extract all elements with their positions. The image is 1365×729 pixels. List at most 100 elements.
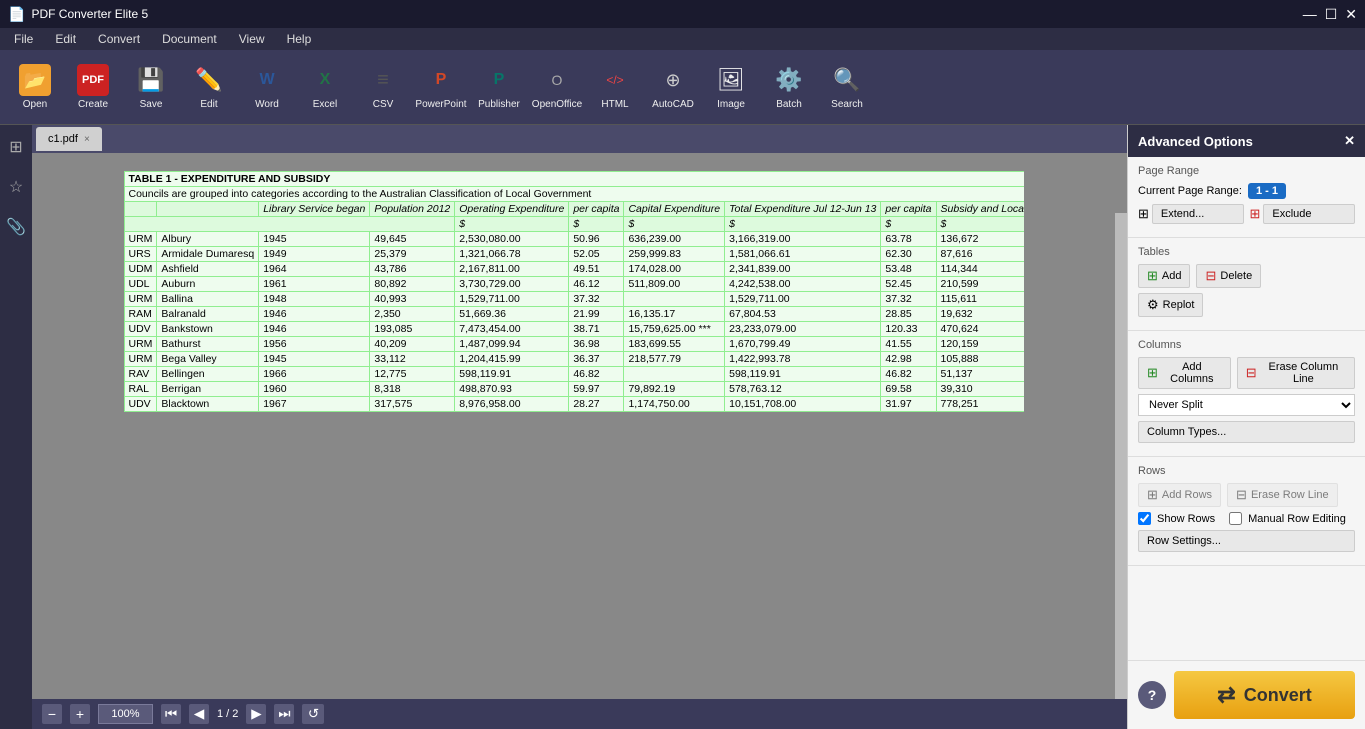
zoom-minus-button[interactable]: − bbox=[42, 704, 62, 724]
zoom-input[interactable] bbox=[98, 704, 153, 724]
pdf-col-header: Subsidy and Local Priority Grant 2012/20… bbox=[936, 202, 1023, 217]
erase-row-line-button[interactable]: ⊟ Erase Row Line bbox=[1227, 483, 1338, 507]
menu-view[interactable]: View bbox=[229, 30, 275, 48]
toolbar-html-button[interactable]: </> HTML bbox=[588, 55, 642, 120]
menu-file[interactable]: File bbox=[4, 30, 43, 48]
nav-clip-icon[interactable]: 📎 bbox=[2, 213, 30, 241]
toolbar-publisher-button[interactable]: P Publisher bbox=[472, 55, 526, 120]
toolbar-excel-button[interactable]: X Excel bbox=[298, 55, 352, 120]
delete-table-button[interactable]: ⊟ Delete bbox=[1196, 264, 1261, 288]
show-rows-checkbox[interactable] bbox=[1138, 512, 1151, 525]
zoom-plus-button[interactable]: + bbox=[70, 704, 90, 724]
exclude-button[interactable]: Exclude bbox=[1263, 204, 1355, 224]
manual-row-editing-label[interactable]: Manual Row Editing bbox=[1229, 512, 1346, 525]
tab-bar: c1.pdf × bbox=[32, 125, 1127, 153]
add-rows-button[interactable]: ⊞ Add Rows bbox=[1138, 483, 1221, 507]
toolbar-image-button[interactable]: 🖼 Image bbox=[704, 55, 758, 120]
csv-icon: ≡ bbox=[367, 64, 399, 96]
rows-section: Rows ⊞ Add Rows ⊟ Erase Row Line Show Ro… bbox=[1128, 457, 1365, 566]
page-range-value: 1 - 1 bbox=[1248, 183, 1286, 199]
add-rows-icon: ⊞ bbox=[1147, 487, 1158, 503]
title-controls[interactable]: — ☐ ✕ bbox=[1303, 6, 1357, 23]
refresh-button[interactable]: ↺ bbox=[302, 704, 324, 724]
autocad-icon: ⊕ bbox=[657, 64, 689, 96]
nav-star-icon[interactable]: ☆ bbox=[5, 173, 27, 201]
document-tab[interactable]: c1.pdf × bbox=[36, 127, 102, 151]
add-table-label: Add bbox=[1162, 270, 1182, 282]
open-label: Open bbox=[23, 99, 47, 110]
convert-button[interactable]: ⇄ Convert bbox=[1174, 671, 1355, 719]
openoffice-icon: O bbox=[541, 64, 573, 96]
nav-prev-button[interactable]: ◀ bbox=[189, 704, 209, 724]
image-label: Image bbox=[717, 99, 745, 110]
tab-close-button[interactable]: × bbox=[84, 134, 90, 145]
table-row: URMBathurst195640,2091,487,099.9436.9818… bbox=[124, 337, 1024, 352]
replot-button[interactable]: ⚙ Replot bbox=[1138, 293, 1203, 317]
pdf-wrapper: TABLE 1 - EXPENDITURE AND SUBSIDY Counci… bbox=[32, 153, 1127, 699]
csv-label: CSV bbox=[373, 99, 394, 110]
show-rows-label[interactable]: Show Rows bbox=[1138, 512, 1215, 525]
nav-last-button[interactable]: ⏭ bbox=[274, 704, 294, 724]
maximize-button[interactable]: ☐ bbox=[1325, 6, 1338, 23]
add-columns-button[interactable]: ⊞ Add Columns bbox=[1138, 357, 1231, 389]
save-label: Save bbox=[140, 99, 163, 110]
extend-button[interactable]: Extend... bbox=[1152, 204, 1244, 224]
pdf-scroll-thumb[interactable] bbox=[1115, 153, 1127, 213]
column-types-button[interactable]: Column Types... bbox=[1138, 421, 1355, 443]
never-split-select[interactable]: Never Split bbox=[1138, 394, 1355, 416]
menu-document[interactable]: Document bbox=[152, 30, 227, 48]
table-row: UDMAshfield196443,7862,167,811.0049.5117… bbox=[124, 262, 1024, 277]
toolbar-openoffice-button[interactable]: O OpenOffice bbox=[530, 55, 584, 120]
row-settings-button[interactable]: Row Settings... bbox=[1138, 530, 1355, 552]
help-button[interactable]: ? bbox=[1138, 681, 1166, 709]
toolbar-open-button[interactable]: 📂 Open bbox=[8, 55, 62, 120]
page-range-label: Page Range bbox=[1138, 165, 1355, 177]
table-row: RAMBalranald19462,35051,669.3621.9916,13… bbox=[124, 307, 1024, 322]
replot-label: Replot bbox=[1163, 299, 1195, 311]
column-types-row: Column Types... bbox=[1138, 421, 1355, 443]
pdf-sub-header: $ bbox=[455, 217, 569, 232]
erase-column-label: Erase Column Line bbox=[1261, 361, 1346, 385]
menu-edit[interactable]: Edit bbox=[45, 30, 86, 48]
close-button[interactable]: ✕ bbox=[1345, 6, 1357, 23]
pdf-table: TABLE 1 - EXPENDITURE AND SUBSIDY Counci… bbox=[124, 171, 1024, 412]
toolbar-batch-button[interactable]: ⚙️ Batch bbox=[762, 55, 816, 120]
pdf-sub-header bbox=[124, 217, 455, 232]
menu-convert[interactable]: Convert bbox=[88, 30, 150, 48]
search-label: Search bbox=[831, 99, 863, 110]
right-panel-close-button[interactable]: ✕ bbox=[1344, 133, 1355, 149]
table-row: UDLAuburn196180,8923,730,729.0046.12511,… bbox=[124, 277, 1024, 292]
toolbar-edit-button[interactable]: ✏️ Edit bbox=[182, 55, 236, 120]
tab-filename: c1.pdf bbox=[48, 133, 78, 145]
title-left: 📄 PDF Converter Elite 5 bbox=[8, 6, 148, 23]
nav-next-button[interactable]: ▶ bbox=[246, 704, 266, 724]
right-panel-header: Advanced Options ✕ bbox=[1128, 125, 1365, 157]
batch-label: Batch bbox=[776, 99, 802, 110]
columns-section: Columns ⊞ Add Columns ⊟ Erase Column Lin… bbox=[1128, 331, 1365, 457]
add-table-button[interactable]: ⊞ Add bbox=[1138, 264, 1190, 288]
pdf-scrollbar[interactable] bbox=[1115, 153, 1127, 699]
toolbar-save-button[interactable]: 💾 Save bbox=[124, 55, 178, 120]
toolbar-create-button[interactable]: PDF Create bbox=[66, 55, 120, 120]
minimize-button[interactable]: — bbox=[1303, 6, 1317, 23]
erase-row-icon: ⊟ bbox=[1236, 487, 1247, 503]
tables-label: Tables bbox=[1138, 246, 1355, 258]
nav-first-button[interactable]: ⏮ bbox=[161, 704, 181, 724]
manual-row-editing-checkbox[interactable] bbox=[1229, 512, 1242, 525]
nav-grid-icon[interactable]: ⊞ bbox=[5, 133, 26, 161]
toolbar-autocad-button[interactable]: ⊕ AutoCAD bbox=[646, 55, 700, 120]
erase-column-line-button[interactable]: ⊟ Erase Column Line bbox=[1237, 357, 1355, 389]
toolbar-word-button[interactable]: W Word bbox=[240, 55, 294, 120]
toolbar-search-button[interactable]: 🔍 Search bbox=[820, 55, 874, 120]
extend-grid-icon: ⊞ bbox=[1138, 206, 1149, 222]
toolbar-powerpoint-button[interactable]: P PowerPoint bbox=[414, 55, 468, 120]
menu-help[interactable]: Help bbox=[277, 30, 322, 48]
row-settings-row: Row Settings... bbox=[1138, 530, 1355, 552]
extend-btn-container: ⊞ Extend... bbox=[1138, 204, 1244, 224]
replot-row: ⚙ Replot bbox=[1138, 293, 1355, 317]
tables-buttons-row: ⊞ Add ⊟ Delete bbox=[1138, 264, 1355, 288]
extend-exclude-row: ⊞ Extend... ⊞ Exclude bbox=[1138, 204, 1355, 224]
pdf-subtitle: Councils are grouped into categories acc… bbox=[124, 187, 1024, 202]
toolbar-csv-button[interactable]: ≡ CSV bbox=[356, 55, 410, 120]
content-area: c1.pdf × TABLE 1 - EXPENDITURE AND SUBSI… bbox=[32, 125, 1127, 729]
